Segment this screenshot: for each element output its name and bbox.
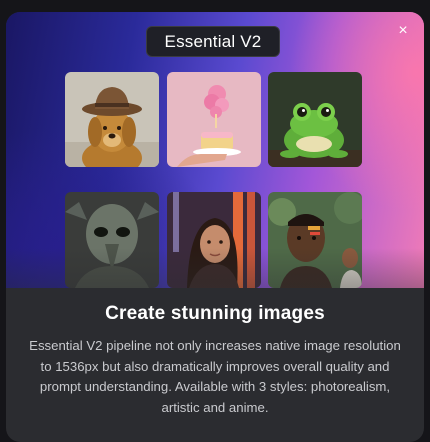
modal-description: Essential V2 pipeline not only increases… (29, 338, 401, 415)
dog-with-hat-image (65, 72, 159, 167)
hero-banner: Essential V2 × (6, 12, 424, 288)
gallery-image-dog (65, 72, 159, 167)
alien-creature-image (65, 192, 159, 288)
gallery-image-woman (167, 192, 261, 288)
man-face-paint-image (268, 192, 362, 288)
announcement-modal: Essential V2 × Create stunning images Es… (6, 12, 424, 442)
close-icon[interactable]: × (394, 22, 412, 40)
woman-portrait-image (167, 192, 261, 288)
gallery-image-cake (167, 72, 261, 167)
model-badge: Essential V2 (146, 26, 280, 57)
cake-with-smoke-image (167, 72, 261, 167)
modal-headline: Create stunning images (105, 303, 325, 324)
green-frog-image (268, 72, 362, 167)
modal-content: Create stunning images Essential V2 pipe… (6, 288, 424, 418)
gallery-image-alien (65, 192, 159, 288)
gallery-image-man (268, 192, 362, 288)
gallery-image-frog (268, 72, 362, 167)
